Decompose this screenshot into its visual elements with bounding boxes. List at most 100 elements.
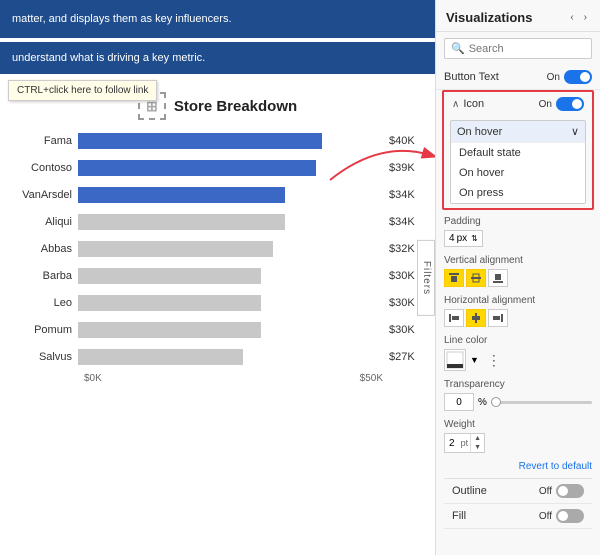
outline-label: Outline [452, 485, 487, 497]
search-icon: 🔍 [451, 42, 465, 55]
bar-fill [78, 187, 285, 203]
table-row: Salvus $27K [10, 346, 425, 368]
fill-label: Fill [452, 510, 466, 522]
viz-nav-arrows: ‹ › [567, 11, 590, 24]
icon-toggle-label: On [539, 99, 552, 110]
dropdown-menu: Default state On hover On press [451, 142, 585, 203]
align-right-btn[interactable] [488, 309, 508, 327]
outline-section: Outline Off [444, 478, 592, 504]
vertical-alignment-buttons [444, 269, 592, 287]
second-bar-text: understand what is driving a key metric. [12, 52, 205, 64]
second-bar: understand what is driving a key metric. [0, 42, 435, 74]
bar-fill [78, 133, 322, 149]
bar-fill [78, 268, 261, 284]
table-row: Aliqui $34K [10, 211, 425, 233]
fill-toggle[interactable] [556, 509, 584, 523]
transparency-property: Transparency 0 % [444, 379, 592, 411]
icon-toggle[interactable] [556, 97, 584, 111]
padding-unit: px [457, 233, 468, 244]
dropdown-chevron-icon: ∨ [571, 125, 579, 138]
chart-area: ⊞ Store Breakdown Fama $40K Contoso $39K… [0, 82, 435, 394]
bar-fill [78, 214, 285, 230]
line-color-property: Line color ▼ ⋮ [444, 335, 592, 371]
x-axis: $0K $50K [10, 373, 425, 384]
bar-fill [78, 241, 273, 257]
icon-section-chevron[interactable]: ∧ [452, 99, 459, 110]
line-color-label: Line color [444, 335, 592, 346]
align-top-btn[interactable] [444, 269, 464, 287]
padding-stepper-icon: ⇅ [471, 234, 478, 243]
weight-property: Weight 2 pt ▲ ▼ [444, 419, 592, 453]
table-row: Contoso $39K [10, 157, 425, 179]
align-center-btn[interactable] [466, 309, 486, 327]
dropdown-selected-text: On hover [457, 126, 502, 138]
padding-value: 4 [449, 233, 455, 244]
padding-property: Padding 4 px ⇅ [444, 216, 592, 247]
nav-prev-arrow[interactable]: ‹ [567, 11, 576, 24]
bar-fill [78, 295, 261, 311]
bar-chart: Fama $40K Contoso $39K VanArsdel $34K [10, 130, 425, 368]
outline-toggle-label: Off [539, 486, 552, 497]
transparency-value: 0 [456, 397, 462, 408]
weight-stepper[interactable]: ▲ ▼ [470, 434, 484, 452]
padding-value-box[interactable]: 4 px ⇅ [444, 230, 483, 247]
button-text-section: Button Text On [436, 65, 600, 90]
viz-panel-title: Visualizations [446, 10, 532, 25]
weight-value: 2 [445, 436, 459, 451]
properties-section: Padding 4 px ⇅ Vertical alignment [436, 210, 600, 555]
transparency-unit: % [478, 397, 487, 408]
search-input[interactable] [469, 43, 585, 55]
horizontal-alignment-property: Horizontal alignment [444, 295, 592, 327]
viz-panel-header: Visualizations ‹ › [436, 0, 600, 32]
tooltip-text: CTRL+click here to follow link [17, 85, 148, 96]
bar-fill [78, 349, 243, 365]
stepper-up-btn[interactable]: ▲ [471, 434, 484, 443]
vertical-alignment-label: Vertical alignment [444, 255, 592, 266]
filters-tab[interactable]: Filters [417, 239, 435, 315]
table-row: Pomum $30K [10, 319, 425, 341]
transparency-value-box: 0 [444, 393, 474, 411]
fill-toggle-label: Off [539, 511, 552, 522]
top-bar: matter, and displays them as key influen… [0, 0, 435, 38]
weight-label: Weight [444, 419, 592, 430]
weight-unit: pt [459, 436, 471, 450]
vertical-alignment-property: Vertical alignment [444, 255, 592, 287]
table-row: VanArsdel $34K [10, 184, 425, 206]
align-bottom-btn[interactable] [488, 269, 508, 287]
stepper-down-btn[interactable]: ▼ [471, 443, 484, 452]
button-text-toggle[interactable] [564, 70, 592, 84]
chart-panel: matter, and displays them as key influen… [0, 0, 435, 555]
revert-to-default-link[interactable]: Revert to default [444, 461, 592, 472]
slider-thumb [491, 397, 501, 407]
icon-section-highlighted: ∧ Icon On On hover ∨ Default state On ho… [442, 90, 594, 210]
line-color-swatch[interactable] [444, 349, 466, 371]
transparency-slider[interactable] [491, 401, 592, 404]
icon-section-header: ∧ Icon On [444, 92, 592, 116]
dropdown-item-press[interactable]: On press [451, 183, 585, 203]
search-box[interactable]: 🔍 [444, 38, 592, 59]
weight-value-box[interactable]: 2 pt ▲ ▼ [444, 433, 485, 453]
dropdown-item-hover[interactable]: On hover [451, 163, 585, 183]
dropdown-selected-item[interactable]: On hover ∨ [451, 121, 585, 142]
table-row: Barba $30K [10, 265, 425, 287]
icon-section-label: Icon [463, 98, 484, 110]
line-color-dropdown-arrow[interactable]: ▼ [470, 355, 479, 365]
horizontal-alignment-buttons [444, 309, 592, 327]
table-row: Fama $40K [10, 130, 425, 152]
outline-toggle[interactable] [556, 484, 584, 498]
tooltip-box: CTRL+click here to follow link [8, 80, 157, 101]
visualizations-panel: Visualizations ‹ › 🔍 Button Text On ∧ Ic… [435, 0, 600, 555]
line-color-more-icon: ⋮ [487, 352, 501, 369]
nav-next-arrow[interactable]: › [581, 11, 590, 24]
bar-fill [78, 322, 261, 338]
table-row: Leo $30K [10, 292, 425, 314]
button-text-label: Button Text [444, 71, 499, 83]
dropdown-item-default[interactable]: Default state [451, 143, 585, 163]
horizontal-alignment-label: Horizontal alignment [444, 295, 592, 306]
icon-dropdown[interactable]: On hover ∨ Default state On hover On pre… [450, 120, 586, 204]
align-left-btn[interactable] [444, 309, 464, 327]
fill-section: Fill Off [444, 504, 592, 529]
top-bar-text: matter, and displays them as key influen… [12, 13, 232, 25]
align-middle-btn[interactable] [466, 269, 486, 287]
transparency-label: Transparency [444, 379, 592, 390]
